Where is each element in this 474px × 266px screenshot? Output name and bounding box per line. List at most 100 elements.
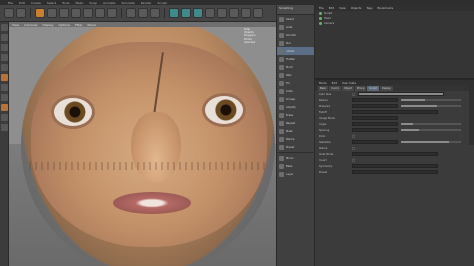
tab-phong[interactable]: Phong	[354, 86, 367, 91]
spacing-slider[interactable]	[401, 129, 461, 131]
light-icon[interactable]	[253, 8, 263, 18]
tab-display[interactable]: Display	[379, 86, 393, 91]
deformer-icon[interactable]	[217, 8, 227, 18]
falloff-field[interactable]	[352, 110, 438, 114]
lock-icon[interactable]	[0, 114, 8, 121]
brush-pull[interactable]: Pull	[277, 39, 314, 47]
rotate-tool-icon[interactable]	[71, 8, 81, 18]
brush-knife[interactable]: Knife	[277, 87, 314, 95]
panel-side-tabs[interactable]	[469, 85, 474, 145]
axis-x-icon[interactable]	[83, 8, 93, 18]
stabilizer-field[interactable]	[352, 140, 398, 144]
angle-field[interactable]	[352, 122, 398, 126]
palette-layer[interactable]: Layer	[277, 170, 314, 178]
stamp-checkbox[interactable]	[352, 146, 355, 150]
brush-select[interactable]: Select	[277, 15, 314, 23]
brush-smooth[interactable]: Smooth	[277, 31, 314, 39]
axis-z-icon[interactable]	[107, 8, 117, 18]
spline-icon[interactable]	[181, 8, 191, 18]
om-menu-view[interactable]: View	[339, 6, 346, 10]
visibility-icon[interactable]	[319, 17, 322, 20]
preset-field[interactable]	[352, 170, 438, 174]
menu-render[interactable]: Render	[141, 1, 152, 5]
object-row[interactable]: Camera	[315, 21, 474, 26]
viewport-menu-cameras[interactable]: Cameras	[24, 23, 37, 27]
tab-object[interactable]: Object	[342, 86, 354, 91]
radius-slider[interactable]	[401, 99, 461, 101]
brush-preset[interactable]: Preset	[277, 143, 314, 151]
snap-icon[interactable]	[0, 84, 8, 91]
brush-inflate[interactable]: Inflate	[277, 47, 314, 55]
grab-mode-field[interactable]	[352, 152, 438, 156]
tab-basic[interactable]: Basic	[318, 86, 329, 91]
brush-repeat[interactable]: Repeat	[277, 119, 314, 127]
radius-field[interactable]	[352, 98, 398, 102]
invert-checkbox[interactable]	[352, 158, 355, 162]
tab-sculpt[interactable]: Sculpt	[367, 86, 379, 91]
texture-mode-icon[interactable]	[0, 34, 8, 41]
brush-scrape[interactable]: Scrape	[277, 95, 314, 103]
render-settings-icon[interactable]	[150, 8, 160, 18]
move-tool-icon[interactable]	[47, 8, 57, 18]
render-view-icon[interactable]	[126, 8, 136, 18]
brush-pinch[interactable]: Pinch	[277, 63, 314, 71]
visibility-icon[interactable]	[319, 12, 322, 15]
am-menu-edit[interactable]: Edit	[332, 81, 337, 85]
auto-size-checkbox[interactable]	[352, 92, 355, 96]
am-menu-userdata[interactable]: User Data	[342, 81, 356, 85]
om-menu-edit[interactable]: Edit	[329, 6, 334, 10]
menu-mesh[interactable]: Mesh	[75, 1, 83, 5]
points-mode-icon[interactable]	[0, 44, 8, 51]
menu-animate[interactable]: Animate	[103, 1, 116, 5]
select-tool-icon[interactable]	[35, 8, 45, 18]
viewport-menu-options[interactable]: Options	[59, 23, 71, 27]
om-menu-tags[interactable]: Tags	[366, 6, 372, 10]
sculpt-mode-icon[interactable]	[0, 74, 8, 81]
palette-bake[interactable]: Bake	[277, 162, 314, 170]
edges-mode-icon[interactable]	[0, 54, 8, 61]
brush-wax[interactable]: Wax	[277, 71, 314, 79]
scene-icon[interactable]	[229, 8, 239, 18]
viewport-menu-view[interactable]: View	[12, 23, 19, 27]
image-mode-field[interactable]	[352, 116, 398, 120]
brush-fill[interactable]: Fill	[277, 79, 314, 87]
tab-coord[interactable]: Coord.	[329, 86, 342, 91]
camera-icon[interactable]	[241, 8, 251, 18]
viewport-menu-filter[interactable]: Filter	[75, 23, 82, 27]
redo-icon[interactable]	[16, 8, 26, 18]
dots-checkbox[interactable]	[352, 134, 355, 138]
model-mode-icon[interactable]	[0, 24, 8, 31]
menu-file[interactable]: File	[8, 1, 13, 5]
symmetry-field[interactable]	[352, 164, 438, 168]
om-menu-bookmarks[interactable]: Bookmarks	[378, 6, 394, 10]
workplane-icon[interactable]	[0, 94, 8, 101]
brush-stamp[interactable]: Stamp	[277, 135, 314, 143]
menu-edit[interactable]: Edit	[19, 1, 25, 5]
undo-icon[interactable]	[4, 8, 14, 18]
brush-icon[interactable]	[0, 104, 8, 111]
om-menu-objects[interactable]: Objects	[351, 6, 362, 10]
palette-mirror[interactable]: Mirror	[277, 154, 314, 162]
menu-snap[interactable]: Snap	[89, 1, 97, 5]
brush-flatten[interactable]: Flatten	[277, 55, 314, 63]
auto-size-field[interactable]	[358, 92, 444, 96]
cube-primitive-icon[interactable]	[169, 8, 179, 18]
am-menu-mode[interactable]: Mode	[319, 81, 327, 85]
spacing-field[interactable]	[352, 128, 398, 132]
polygons-mode-icon[interactable]	[0, 64, 8, 71]
pressure-field[interactable]	[352, 104, 398, 108]
brush-amplify[interactable]: Amplify	[277, 103, 314, 111]
3d-viewport[interactable]: View Cameras Display Options Filter Pane…	[9, 22, 276, 266]
viewport-menu-panel[interactable]: Panel	[88, 23, 96, 27]
axis-y-icon[interactable]	[95, 8, 105, 18]
grid-icon[interactable]	[0, 124, 8, 131]
render-picture-icon[interactable]	[138, 8, 148, 18]
menu-simulate[interactable]: Simulate	[122, 1, 135, 5]
brush-mask[interactable]: Mask	[277, 127, 314, 135]
array-icon[interactable]	[205, 8, 215, 18]
menu-sculpt[interactable]: Sculpt	[157, 1, 166, 5]
pressure-slider[interactable]	[401, 105, 461, 107]
nurbs-icon[interactable]	[193, 8, 203, 18]
om-menu-file[interactable]: File	[319, 6, 324, 10]
brush-erase[interactable]: Erase	[277, 111, 314, 119]
